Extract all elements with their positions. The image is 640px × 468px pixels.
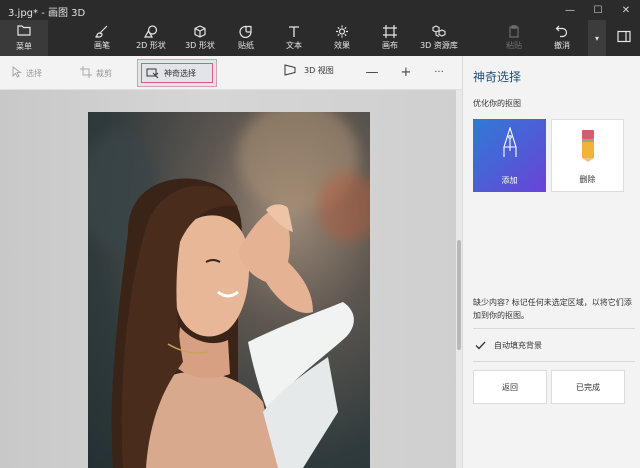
- tool-effects[interactable]: 效果: [329, 20, 355, 56]
- brush-icon: [95, 25, 109, 38]
- minimize-button[interactable]: —: [556, 0, 584, 20]
- 3d-library-icon: [432, 25, 446, 38]
- tool-label: 效果: [334, 41, 350, 50]
- 3d-shapes-icon: [193, 25, 207, 38]
- remove-label: 删除: [579, 175, 596, 184]
- tool-label: 画笔: [94, 41, 110, 50]
- tool-3d-shapes[interactable]: 3D 形状: [181, 20, 219, 56]
- tool-label: 3D 形状: [185, 41, 215, 50]
- done-button[interactable]: 已完成: [551, 370, 625, 404]
- window-title: 3.jpg* - 画图 3D: [8, 8, 86, 19]
- magic-select-button[interactable]: 神奇选择: [137, 59, 217, 87]
- view-3d-toggle[interactable]: 3D 视图: [284, 64, 334, 76]
- tool-canvas[interactable]: 画布: [377, 20, 403, 56]
- app-header: 3.jpg* - 画图 3D — ☐ ✕ 菜单 画笔 2D 形状 3D 形状 贴…: [0, 0, 640, 56]
- effects-icon: [335, 25, 349, 38]
- tool-text[interactable]: 文本: [281, 20, 307, 56]
- crop-button[interactable]: 裁剪: [80, 64, 112, 82]
- canvas-image[interactable]: [88, 112, 370, 468]
- select-label: 选择: [26, 68, 42, 78]
- view-3d-icon: [284, 64, 296, 76]
- tool-label: 画布: [382, 41, 398, 50]
- toolbar-more-button[interactable]: ▾: [588, 20, 606, 56]
- cursor-icon: [12, 66, 26, 80]
- text-icon: [287, 25, 301, 38]
- divider: [473, 328, 635, 329]
- tool-3d-library[interactable]: 3D 资源库: [417, 20, 461, 56]
- autofill-checkbox[interactable]: 自动填充背景: [475, 340, 542, 351]
- hint-text: 缺少内容? 标记任何未选定区域，以将它们添加到你的抠图。: [473, 298, 632, 320]
- panel-title: 神奇选择: [473, 70, 522, 84]
- add-pen-icon: [473, 127, 546, 159]
- folder-icon: [17, 24, 31, 39]
- scrollbar-thumb[interactable]: [457, 240, 461, 350]
- sticker-icon: [239, 25, 253, 38]
- eraser-icon: [552, 128, 623, 162]
- undo-icon: [555, 25, 569, 38]
- tool-label: 撤消: [554, 41, 570, 50]
- crop-icon: [80, 66, 96, 80]
- 2d-shapes-icon: [144, 25, 158, 38]
- view-3d-label: 3D 视图: [304, 65, 334, 75]
- zoom-in-button[interactable]: +: [396, 62, 416, 82]
- paste-icon: [507, 25, 521, 38]
- main-toolbar: 菜单 画笔 2D 形状 3D 形状 贴纸 文本 效果 画布 3D 资源库 粘贴 …: [0, 20, 640, 56]
- tool-brushes[interactable]: 画笔: [86, 20, 118, 56]
- title-bar: 3.jpg* - 画图 3D — ☐ ✕: [0, 0, 640, 20]
- tool-undo[interactable]: 撤消: [549, 20, 575, 56]
- tool-paste[interactable]: 粘贴: [501, 20, 527, 56]
- divider: [473, 361, 635, 362]
- magic-select-panel: 神奇选择 优化你的抠图 添加 删除 缺少内容? 标记任何未选定区域，以将它们添加…: [462, 56, 640, 468]
- canvas-icon: [383, 25, 397, 38]
- tool-label: 贴纸: [238, 41, 254, 50]
- tool-stickers[interactable]: 贴纸: [233, 20, 259, 56]
- more-options-button[interactable]: ···: [429, 62, 449, 82]
- tool-label: 2D 形状: [136, 41, 166, 50]
- menu-label: 菜单: [16, 42, 32, 51]
- tool-label: 3D 资源库: [420, 41, 458, 50]
- portrait-illustration: [111, 178, 354, 468]
- close-button[interactable]: ✕: [612, 0, 640, 20]
- back-button[interactable]: 返回: [473, 370, 547, 404]
- selection-toolbar: 选择 裁剪 神奇选择 3D 视图 — + ···: [0, 56, 462, 90]
- panel-toggle-button[interactable]: [608, 20, 640, 56]
- checkmark-icon: [475, 341, 486, 350]
- add-button[interactable]: 添加: [473, 119, 546, 192]
- magic-select-label: 神奇选择: [164, 68, 196, 78]
- sidebar-icon: [617, 30, 631, 46]
- maximize-button[interactable]: ☐: [584, 0, 612, 20]
- tool-label: 文本: [286, 41, 302, 50]
- magic-select-icon: [146, 68, 160, 79]
- zoom-out-button[interactable]: —: [362, 62, 382, 82]
- select-button[interactable]: 选择: [12, 64, 42, 82]
- add-label: 添加: [501, 176, 518, 185]
- panel-subtitle: 优化你的抠图: [473, 99, 521, 108]
- menu-button[interactable]: 菜单: [0, 20, 48, 56]
- remove-button[interactable]: 删除: [551, 119, 624, 192]
- tool-label: 粘贴: [506, 41, 522, 50]
- crop-label: 裁剪: [96, 68, 112, 78]
- autofill-label: 自动填充背景: [494, 341, 542, 350]
- tool-2d-shapes[interactable]: 2D 形状: [132, 20, 170, 56]
